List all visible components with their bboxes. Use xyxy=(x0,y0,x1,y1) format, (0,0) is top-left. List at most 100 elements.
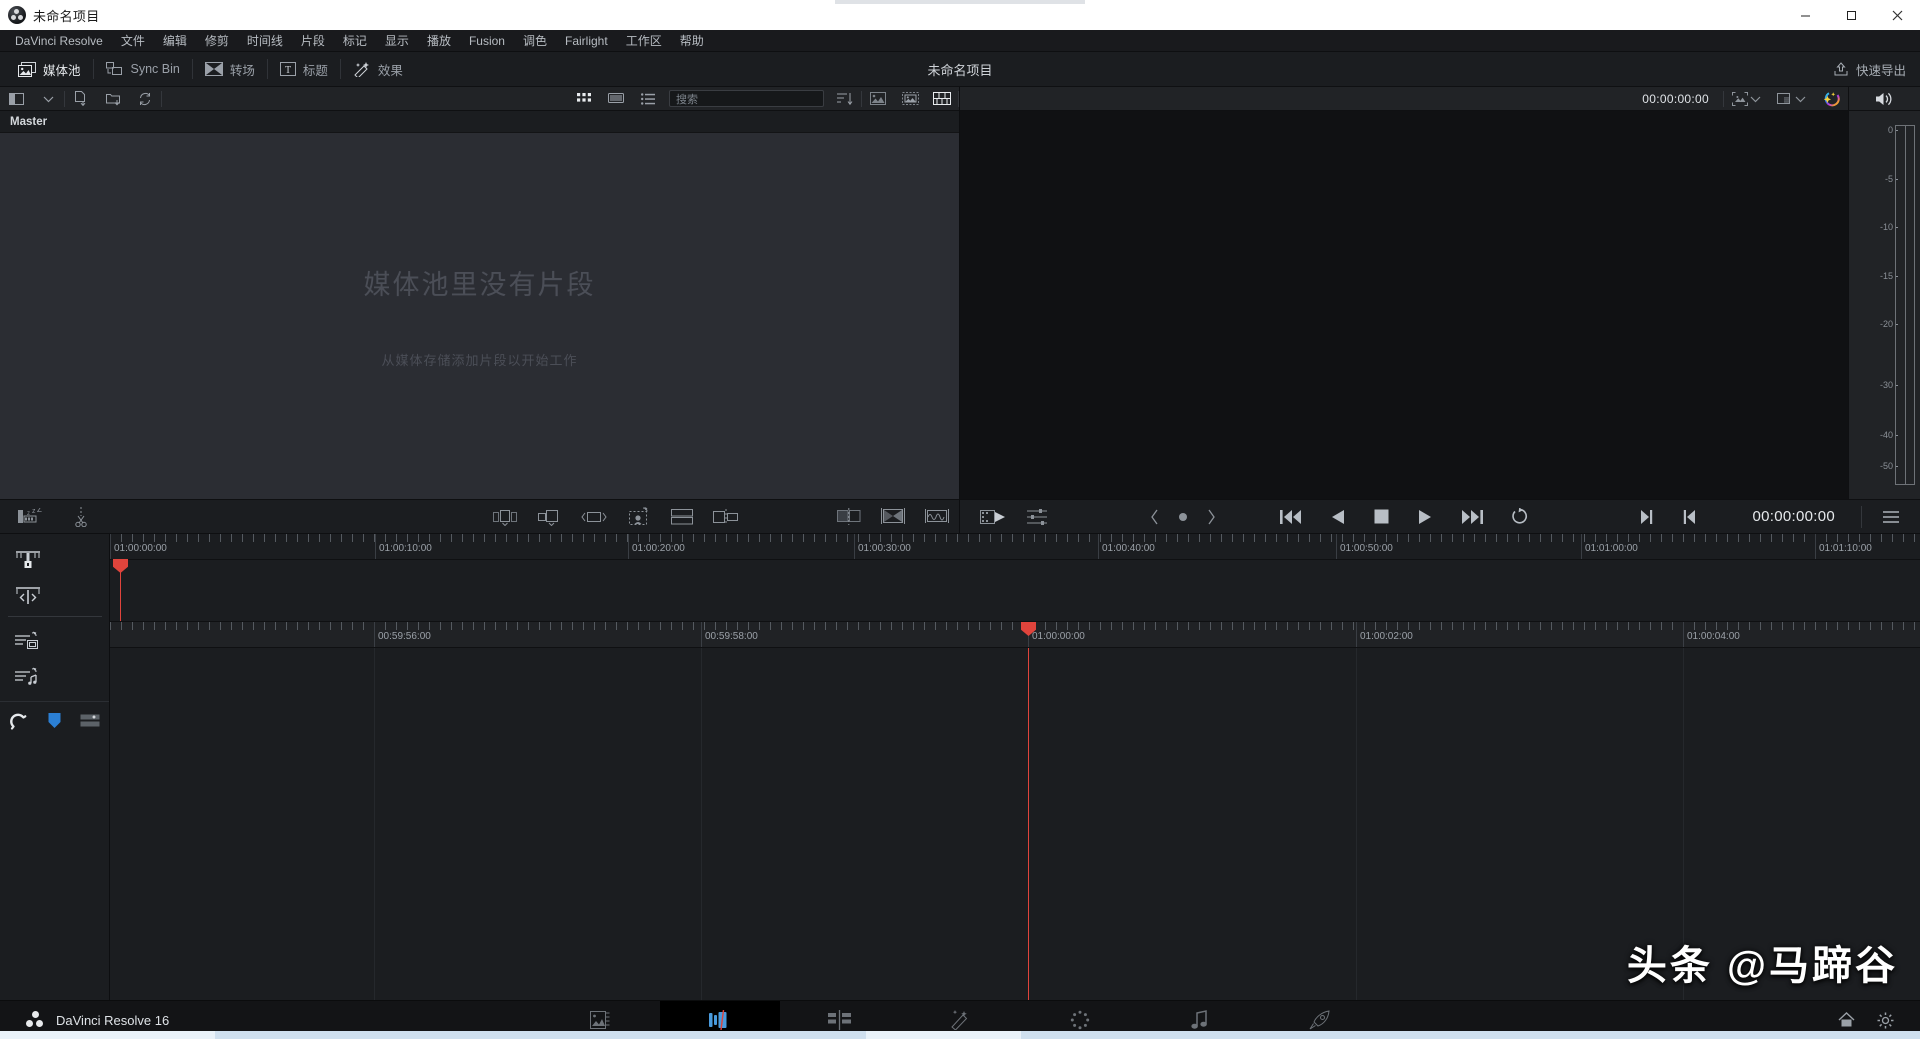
audio-waveform-icon[interactable] xyxy=(915,499,959,534)
play-button[interactable] xyxy=(1403,499,1447,534)
project-settings-icon[interactable] xyxy=(1877,1012,1894,1029)
menu-item-workspace[interactable]: 工作区 xyxy=(617,30,671,52)
close-button[interactable] xyxy=(1874,0,1920,30)
ripple-overwrite-icon[interactable] xyxy=(571,499,617,534)
fusion-icon xyxy=(949,1010,971,1030)
play-reverse-button[interactable] xyxy=(1316,499,1360,534)
flag-marker-icon[interactable] xyxy=(36,708,72,734)
refresh-icon[interactable] xyxy=(129,87,161,111)
timeline-ruler-full[interactable]: 01:00:00:00 01:00:10:00 01:00:20:00 01:0… xyxy=(110,534,1920,560)
razor-icon[interactable] xyxy=(54,499,100,534)
upload-icon xyxy=(1833,61,1849,77)
viewer-canvas[interactable] xyxy=(960,111,1848,499)
menu-item-file[interactable]: 文件 xyxy=(112,30,154,52)
safe-area-button[interactable] xyxy=(1724,87,1769,111)
timeline-ruler-detail[interactable]: 00:59:56:00 00:59:58:00 01:00:00:00 01:0… xyxy=(110,622,1920,648)
empty-subtitle: 从媒体存储添加片段以开始工作 xyxy=(381,353,578,368)
timeline-overview-track[interactable] xyxy=(110,559,1920,622)
menu-item-clip[interactable]: 片段 xyxy=(292,30,334,52)
menu-item-playback[interactable]: 播放 xyxy=(418,30,460,52)
trim-edit-icon[interactable] xyxy=(0,578,55,614)
speaker-icon[interactable] xyxy=(1849,87,1920,111)
magic-enhance-button[interactable] xyxy=(1814,87,1848,111)
place-on-top-icon[interactable] xyxy=(483,499,527,534)
snapping-magnet-icon[interactable] xyxy=(0,708,36,734)
menu-item-help[interactable]: 帮助 xyxy=(671,30,713,52)
minimize-button[interactable] xyxy=(1782,0,1828,30)
marker-dot-icon[interactable] xyxy=(1170,499,1196,534)
menu-item-timeline[interactable]: 时间线 xyxy=(238,30,292,52)
meter-tick: -40 xyxy=(1879,429,1899,440)
viewer-mode-icon[interactable] xyxy=(871,499,915,534)
toolbar-sync-bin-button[interactable]: Sync Bin xyxy=(94,52,192,87)
deliver-icon xyxy=(1309,1010,1331,1030)
import-folder-icon[interactable] xyxy=(97,87,129,111)
app-branding: DaVinci Resolve 16 xyxy=(0,1010,169,1030)
metadata-view-icon[interactable] xyxy=(894,87,926,111)
filmstrip-view-icon[interactable] xyxy=(600,87,632,111)
meter-tick: 0 xyxy=(1887,125,1899,136)
playhead-handle[interactable] xyxy=(113,559,128,573)
project-manager-icon[interactable] xyxy=(1838,1011,1855,1029)
viewer-panel: 00:00:00:00 xyxy=(960,87,1848,499)
audio-only-icon[interactable] xyxy=(0,659,55,695)
jump-end-button[interactable] xyxy=(1447,499,1497,534)
adjustments-icon[interactable] xyxy=(1016,499,1058,534)
split-view-icon[interactable] xyxy=(827,499,871,534)
svg-text:z: z xyxy=(27,511,30,517)
jump-start-button[interactable] xyxy=(1266,499,1316,534)
toolbar-effects-button[interactable]: 效果 xyxy=(341,52,415,87)
menu-item-davinci-resolve[interactable]: DaVinci Resolve xyxy=(6,30,112,52)
mark-out-icon[interactable] xyxy=(1624,499,1668,534)
chevron-down-icon[interactable] xyxy=(32,87,64,111)
menu-item-edit[interactable]: 编辑 xyxy=(154,30,196,52)
ruler-label: 00:59:56:00 xyxy=(378,631,431,642)
menu-item-view[interactable]: 显示 xyxy=(376,30,418,52)
loop-button[interactable] xyxy=(1497,499,1543,534)
smart-indicator-icon[interactable]: zzZ xyxy=(0,499,54,534)
next-marker-icon[interactable] xyxy=(1196,499,1226,534)
playhead-overview[interactable] xyxy=(113,559,128,621)
toolbar-transitions-button[interactable]: 转场 xyxy=(193,52,267,87)
chevron-down-icon xyxy=(1750,95,1761,103)
list-view-icon[interactable] xyxy=(632,87,664,111)
menu-item-fusion[interactable]: Fusion xyxy=(460,30,514,52)
picture-in-picture-icon[interactable] xyxy=(703,499,757,534)
window-title-bar: 未命名项目 xyxy=(0,0,1920,30)
media-pool-empty-state[interactable]: 媒体池里没有片段 从媒体存储添加片段以开始工作 xyxy=(0,133,959,499)
quick-export-button[interactable]: 快速导出 xyxy=(1833,60,1920,79)
menu-item-trim[interactable]: 修剪 xyxy=(196,30,238,52)
hamburger-menu-icon[interactable] xyxy=(1862,499,1920,534)
lock-trim-icon[interactable] xyxy=(0,542,55,578)
thumbnail-icon[interactable] xyxy=(862,87,894,111)
maximize-button[interactable] xyxy=(1828,0,1874,30)
menu-item-color[interactable]: 调色 xyxy=(514,30,556,52)
close-up-icon[interactable] xyxy=(617,499,661,534)
source-tape-icon[interactable] xyxy=(960,499,1016,534)
add-track-icon[interactable] xyxy=(72,708,108,734)
storyboard-view-icon[interactable] xyxy=(926,87,958,111)
meter-channels xyxy=(1895,125,1915,485)
stop-button[interactable] xyxy=(1360,499,1403,534)
menu-item-fairlight[interactable]: Fairlight xyxy=(556,30,617,52)
search-input[interactable]: 搜索 xyxy=(669,90,824,107)
grid-view-icon[interactable] xyxy=(568,87,600,111)
sort-icon[interactable] xyxy=(829,87,861,111)
toolbar-titles-button[interactable]: T 标题 xyxy=(268,52,340,87)
split-screen-icon[interactable] xyxy=(661,499,703,534)
toolbar-media-pool-button[interactable]: 媒体池 xyxy=(6,52,93,87)
mark-in-icon[interactable] xyxy=(1668,499,1712,534)
import-media-icon[interactable] xyxy=(65,87,97,111)
viewer-timecode: 00:00:00:00 xyxy=(1642,91,1709,106)
timeline-track-area[interactable] xyxy=(110,648,1920,1000)
empty-title: 媒体池里没有片段 xyxy=(363,270,596,300)
playhead-detail[interactable] xyxy=(1028,648,1029,1000)
media-pool-toolbar: 搜索 xyxy=(0,87,959,111)
overlay-options-button[interactable] xyxy=(1769,87,1814,111)
menu-item-mark[interactable]: 标记 xyxy=(334,30,376,52)
panel-toggle-icon[interactable] xyxy=(0,87,32,111)
prev-marker-icon[interactable] xyxy=(1140,499,1170,534)
append-icon[interactable] xyxy=(527,499,571,534)
meter-channel-right xyxy=(1906,126,1915,484)
video-only-icon[interactable] xyxy=(0,623,55,659)
